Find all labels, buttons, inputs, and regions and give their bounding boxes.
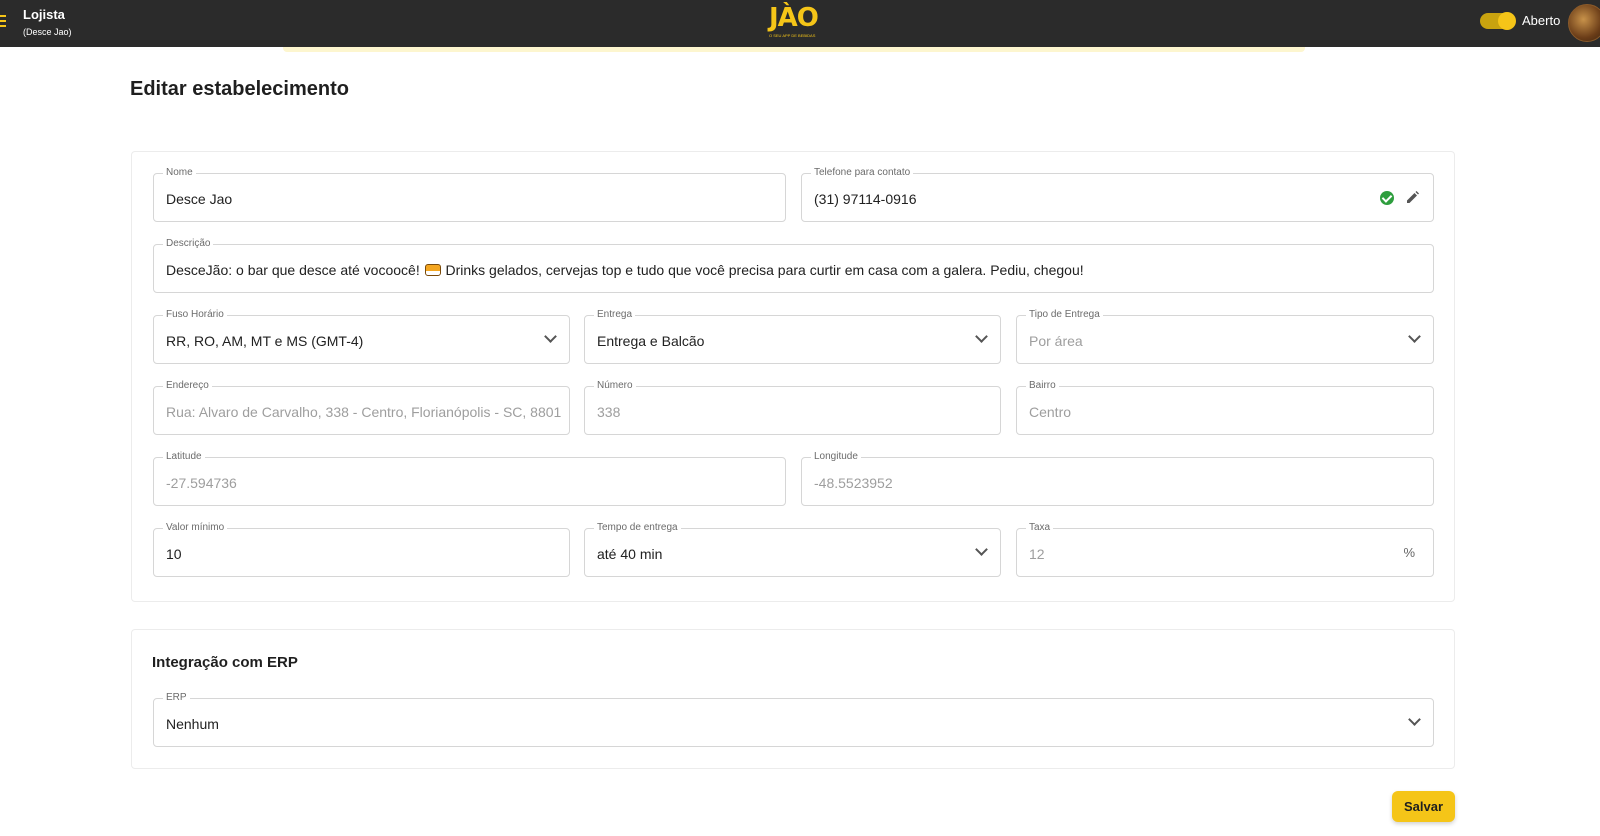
brand-logo[interactable]: JÀO O SEU APP DE BEBIDAS <box>769 3 819 43</box>
name-field[interactable]: Nome Desce Jao <box>153 166 786 222</box>
logo-text: JÀO <box>769 3 819 33</box>
number-input[interactable]: 338 <box>597 403 620 421</box>
address-input[interactable]: Rua: Alvaro de Carvalho, 338 - Centro, F… <box>166 403 561 421</box>
longitude-input[interactable]: -48.5523952 <box>814 474 893 492</box>
latitude-label: Latitude <box>163 450 205 464</box>
name-input[interactable]: Desce Jao <box>166 190 232 208</box>
timezone-select[interactable]: Fuso Horário RR, RO, AM, MT e MS (GMT-4) <box>153 308 570 364</box>
latitude-field[interactable]: Latitude -27.594736 <box>153 450 786 506</box>
number-label: Número <box>594 379 636 393</box>
address-field[interactable]: Endereço Rua: Alvaro de Carvalho, 338 - … <box>153 379 570 435</box>
avatar[interactable] <box>1568 4 1600 42</box>
store-status-label: Aberto <box>1522 13 1561 28</box>
neighborhood-label: Bairro <box>1026 379 1059 393</box>
phone-field[interactable]: Telefone para contato (31) 97114-0916 <box>801 166 1434 222</box>
description-label: Descrição <box>163 237 214 251</box>
phone-label: Telefone para contato <box>811 166 914 180</box>
delivery-time-value: até 40 min <box>597 546 663 562</box>
description-text-end: Drinks gelados, cervejas top e tudo que … <box>445 262 1084 278</box>
logo-tagline: O SEU APP DE BEBIDAS <box>769 33 816 38</box>
min-value-label: Valor mínimo <box>163 521 228 535</box>
neighborhood-field[interactable]: Bairro Centro <box>1016 379 1434 435</box>
chevron-down-icon[interactable] <box>1407 331 1421 345</box>
store-info: Lojista (Desce Jao) <box>23 7 72 39</box>
chevron-down-icon[interactable] <box>1407 714 1421 728</box>
neighborhood-input[interactable]: Centro <box>1029 403 1071 421</box>
min-value-field[interactable]: Valor mínimo 10 <box>153 521 570 577</box>
notice-strip <box>283 47 1305 52</box>
number-field[interactable]: Número 338 <box>584 379 1001 435</box>
min-value-input[interactable]: 10 <box>166 545 182 563</box>
fee-input[interactable]: 12 <box>1029 545 1045 563</box>
store-open-toggle[interactable] <box>1480 12 1516 30</box>
name-label: Nome <box>163 166 196 180</box>
timezone-value: RR, RO, AM, MT e MS (GMT-4) <box>166 333 364 349</box>
save-button[interactable]: Salvar <box>1392 791 1455 822</box>
store-name: (Desce Jao) <box>23 27 72 37</box>
erp-label: ERP <box>163 691 190 705</box>
delivery-type-label: Tipo de Entrega <box>1026 308 1103 322</box>
toggle-knob <box>1498 12 1516 30</box>
longitude-field[interactable]: Longitude -48.5523952 <box>801 450 1434 506</box>
delivery-time-select[interactable]: Tempo de entrega até 40 min <box>584 521 1001 577</box>
delivery-select[interactable]: Entrega Entrega e Balcão <box>584 308 1001 364</box>
delivery-time-label: Tempo de entrega <box>594 521 681 535</box>
top-bar: Lojista (Desce Jao) JÀO O SEU APP DE BEB… <box>0 0 1600 47</box>
latitude-input[interactable]: -27.594736 <box>166 474 237 492</box>
verified-check-icon <box>1380 191 1394 205</box>
chevron-down-icon[interactable] <box>974 331 988 345</box>
erp-select[interactable]: ERP Nenhum <box>153 691 1434 747</box>
delivery-type-value: Por área <box>1029 333 1083 349</box>
delivery-label: Entrega <box>594 308 636 322</box>
description-field[interactable]: Descrição DesceJão: o bar que desce até … <box>153 237 1434 293</box>
menu-icon[interactable] <box>0 15 6 27</box>
page-title: Editar estabelecimento <box>130 78 349 100</box>
description-text-start: DesceJão: o bar que desce até vocoocê! <box>166 262 420 278</box>
edit-pencil-icon[interactable] <box>1405 189 1421 205</box>
address-label: Endereço <box>163 379 212 393</box>
erp-value: Nenhum <box>166 716 219 732</box>
timezone-label: Fuso Horário <box>163 308 227 322</box>
longitude-label: Longitude <box>811 450 861 464</box>
store-role: Lojista <box>23 7 65 22</box>
fee-label: Taxa <box>1026 521 1054 535</box>
beer-mug-icon <box>424 264 441 276</box>
chevron-down-icon[interactable] <box>543 331 557 345</box>
fee-field[interactable]: Taxa 12 % <box>1016 521 1434 577</box>
chevron-down-icon[interactable] <box>974 544 988 558</box>
erp-section-title: Integração com ERP <box>152 654 298 671</box>
delivery-value: Entrega e Balcão <box>597 333 705 349</box>
phone-input[interactable]: (31) 97114-0916 <box>814 190 916 208</box>
delivery-type-select[interactable]: Tipo de Entrega Por área <box>1016 308 1434 364</box>
description-input[interactable]: DesceJão: o bar que desce até vocoocê! D… <box>166 261 1084 279</box>
percent-suffix: % <box>1403 545 1415 560</box>
